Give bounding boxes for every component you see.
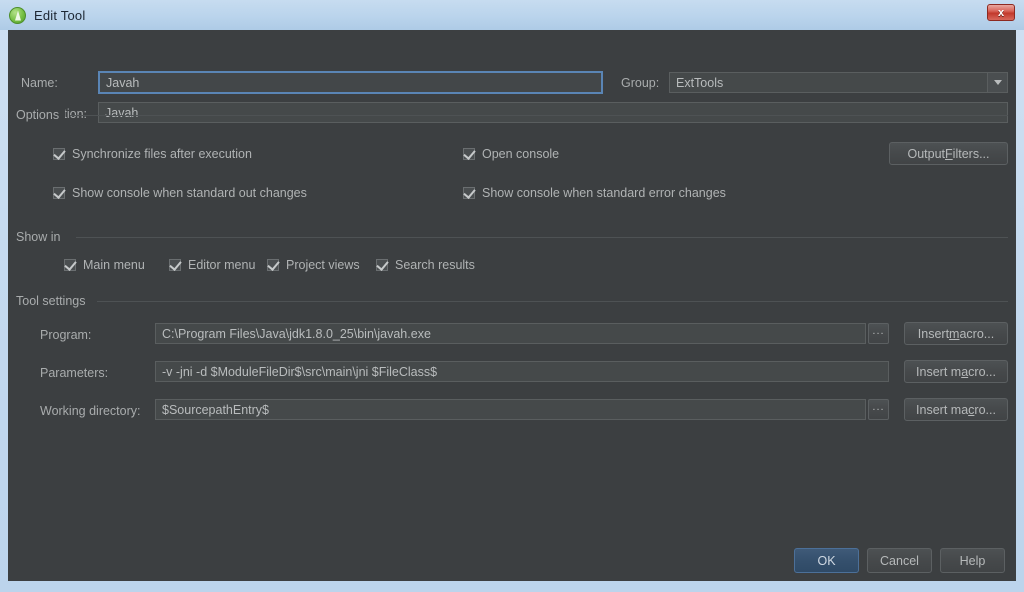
group-select-value: ExtTools [676,75,724,90]
edit-tool-dialog: Name: Javah Group: ExtTools Description:… [8,30,1016,581]
output-filters-suffix: ilters... [952,146,990,161]
parameters-insert-macro-button[interactable]: Insert m a cro... [904,360,1008,383]
macro-suffix: ro... [974,402,996,417]
checkbox-project-views[interactable]: Project views [267,258,360,272]
macro-prefix: Insert m [916,364,962,379]
checkbox-icon[interactable] [463,187,475,199]
checkbox-show-console-stdout[interactable]: Show console when standard out changes [53,186,307,200]
checkbox-editor-menu[interactable]: Editor menu [169,258,255,272]
working-directory-browse-button[interactable]: ... [868,399,889,420]
output-filters-prefix: Output [907,146,946,161]
working-directory-browse-label: ... [872,401,885,413]
name-input[interactable]: Javah [98,71,603,94]
name-label: Name: [21,76,58,90]
program-label: Program: [40,328,92,342]
working-directory-label: Working directory: [40,404,141,418]
chevron-down-icon[interactable] [987,73,1007,92]
checkbox-label: Show console when standard out changes [72,186,307,200]
checkbox-icon[interactable] [463,148,475,160]
dialog-window: Edit Tool x Name: Javah Group: ExtTools … [0,0,1024,592]
checkbox-icon[interactable] [376,259,388,271]
checkbox-show-console-stderr[interactable]: Show console when standard error changes [463,186,726,200]
macro-suffix: acro... [959,326,995,341]
ok-button[interactable]: OK [794,548,859,573]
checkbox-label: Editor menu [188,258,256,272]
android-tool-icon [9,6,26,24]
help-button[interactable]: Help [940,548,1005,573]
checkbox-open-console[interactable]: Open console [463,147,559,161]
checkbox-label: Search results [395,258,475,272]
checkbox-label: Synchronize files after execution [72,147,252,161]
macro-mnemonic: m [949,326,960,341]
cancel-button[interactable]: Cancel [867,548,932,573]
checkbox-main-menu[interactable]: Main menu [64,258,145,272]
output-filters-button[interactable]: Output Filters... [889,142,1008,165]
options-separator [70,115,1008,116]
macro-suffix: cro... [968,364,996,379]
checkbox-label: Main menu [83,258,145,272]
parameters-input[interactable]: -v -jni -d $ModuleFileDir$\src\main\jni … [155,361,889,382]
close-icon[interactable]: x [987,4,1015,21]
program-browse-label: ... [872,325,885,337]
macro-mnemonic: a [961,364,969,379]
checkbox-label: Show console when standard error changes [482,186,726,200]
tool-settings-separator [97,301,1008,302]
working-directory-insert-macro-button[interactable]: Insert ma c ro... [904,398,1008,421]
group-label: Group: [621,76,660,90]
macro-prefix: Insert ma [916,402,969,417]
program-browse-button[interactable]: ... [868,323,889,344]
program-insert-macro-button[interactable]: Insert m acro... [904,322,1008,345]
description-input[interactable]: Javah [98,102,1008,123]
window-title: Edit Tool [34,7,86,23]
checkbox-label: Open console [482,147,560,161]
macro-prefix: Insert [917,326,950,341]
show-in-section-title: Show in [16,230,67,244]
checkbox-label: Project views [286,258,360,272]
working-directory-input[interactable]: $SourcepathEntry$ [155,399,866,420]
checkbox-synchronize-files[interactable]: Synchronize files after execution [53,147,252,161]
checkbox-search-results[interactable]: Search results [376,258,475,272]
program-input[interactable]: C:\Program Files\Java\jdk1.8.0_25\bin\ja… [155,323,866,344]
checkbox-icon[interactable] [53,187,65,199]
show-in-separator [76,237,1008,238]
checkbox-icon[interactable] [169,259,181,271]
tool-settings-section-title: Tool settings [16,294,92,308]
output-filters-mnemonic: F [945,146,953,161]
checkbox-icon[interactable] [53,148,65,160]
options-section-title: Options [16,108,66,122]
checkbox-icon[interactable] [267,259,279,271]
group-select[interactable]: ExtTools [669,72,1008,93]
title-bar: Edit Tool x [0,0,1024,30]
parameters-label: Parameters: [40,366,109,380]
checkbox-icon[interactable] [64,259,76,271]
